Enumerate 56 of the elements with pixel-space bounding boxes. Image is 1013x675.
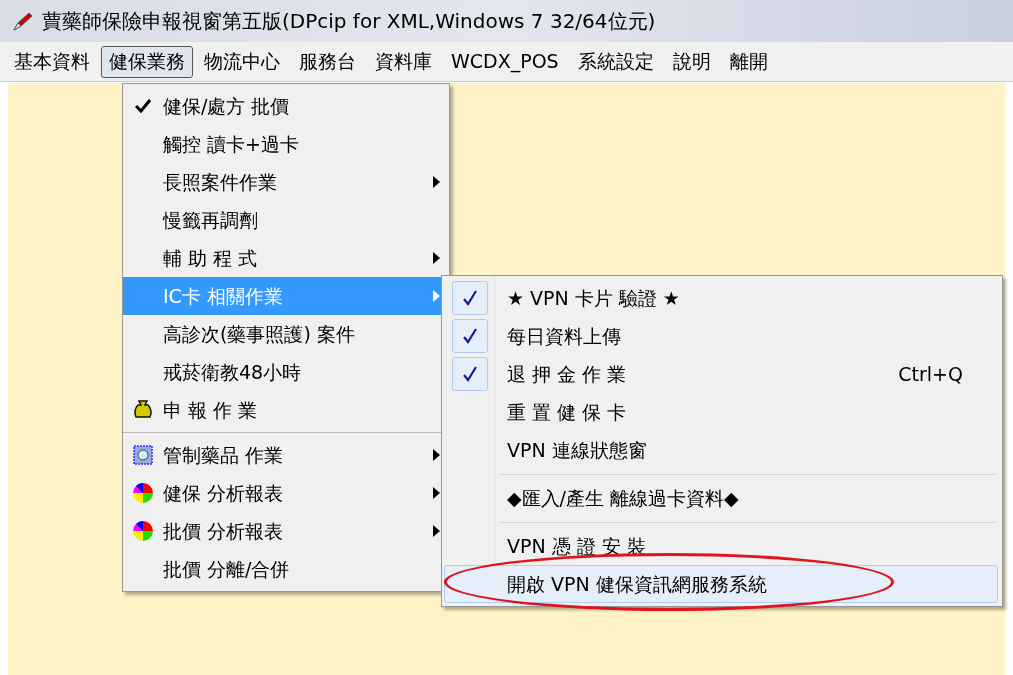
money-bag-icon [132, 399, 154, 421]
grid-icon [132, 444, 154, 466]
menu-item-label: 批價 分離/合併 [163, 556, 291, 582]
menu-item[interactable]: 健保/處方 批價 [123, 87, 449, 125]
menu-bar-item[interactable]: 物流中心 [196, 45, 288, 78]
menu-item[interactable]: 退 押 金 作 業 Ctrl+Q [444, 355, 998, 393]
menu-item-label: 慢籤再調劑 [163, 207, 259, 233]
menu-item[interactable]: 長照案件作業 [123, 163, 449, 201]
pie-chart-icon [132, 482, 154, 504]
menu-item-label: 戒菸衛教48小時 [163, 359, 303, 385]
shortcut-label: Ctrl+Q [898, 361, 964, 387]
menu-item-label: 退 押 金 作 業 [506, 361, 628, 387]
menu-item[interactable]: VPN 連線狀態窗 [444, 431, 998, 469]
menu-bar-item[interactable]: 說明 [664, 45, 719, 78]
menu-item[interactable]: ◆匯入/產生 離線過卡資料◆ [444, 479, 998, 517]
menu-item-label: 健保/處方 批價 [163, 93, 291, 119]
menu-item[interactable]: 每日資料上傳 [444, 317, 998, 355]
menu-bar-item[interactable]: WCDX_POS [443, 45, 567, 78]
window-title: 蕒藥師保險申報視窗第五版(DPcip for XML,Windows 7 32/64位元) [42, 8, 656, 35]
menu-bar-item[interactable]: 系統設定 [569, 45, 662, 78]
menu-item[interactable]: 重 置 健 保 卡 [444, 393, 998, 431]
menu-item-label: 批價 分析報表 [163, 518, 285, 544]
menu-item-label: 觸控 讀卡+過卡 [163, 131, 300, 157]
menu-item-label: 長照案件作業 [163, 169, 278, 195]
menu-item-label: VPN 連線狀態窗 [506, 437, 648, 463]
pen-icon [12, 10, 34, 32]
menu-item-label: 申 報 作 業 [163, 397, 259, 423]
submenu-arrow-icon [432, 252, 440, 264]
menu-bar-item[interactable]: 健保業務 [101, 45, 193, 78]
menu-item-label: 重 置 健 保 卡 [506, 399, 628, 425]
menu-item-label: 健保 分析報表 [163, 480, 285, 506]
menu-item-label: 每日資料上傳 [506, 323, 622, 349]
menu-bar-item[interactable]: 資料庫 [367, 45, 440, 78]
submenu-arrow-icon [432, 525, 440, 537]
menu-item-label: ★ VPN 卡片 驗證 ★ [506, 285, 681, 311]
menu-item-label: 開啟 VPN 健保資訊網服務系統 [506, 571, 768, 597]
menu-bar-item[interactable]: 服務台 [291, 45, 364, 78]
pie-chart-icon [132, 520, 154, 542]
menu-item-label: ◆匯入/產生 離線過卡資料◆ [506, 485, 740, 511]
check-icon [135, 99, 151, 113]
menu-item[interactable]: 觸控 讀卡+過卡 [123, 125, 449, 163]
menu-item[interactable]: 慢籤再調劑 [123, 201, 449, 239]
menu-item-label: VPN 憑 證 安 裝 [506, 533, 647, 559]
menu-item[interactable]: 輔 助 程 式 [123, 239, 449, 277]
menu-item[interactable]: 開啟 VPN 健保資訊網服務系統 [444, 565, 998, 603]
menu-item-label: 管制藥品 作業 [163, 442, 285, 468]
menu-item[interactable]: VPN 憑 證 安 裝 [444, 527, 998, 565]
submenu-arrow-icon [432, 290, 440, 302]
menu-bar-item[interactable]: 基本資料 [6, 45, 98, 78]
menu-item-label: 輔 助 程 式 [163, 245, 259, 271]
submenu-arrow-icon [432, 487, 440, 499]
submenu-arrow-icon [432, 449, 440, 461]
menu-item-label: 高診次(藥事照護) 案件 [163, 321, 356, 347]
menu-bar-item[interactable]: 離開 [721, 45, 776, 78]
menu-item-label: IC卡 相關作業 [163, 283, 284, 309]
submenu-arrow-icon [432, 176, 440, 188]
